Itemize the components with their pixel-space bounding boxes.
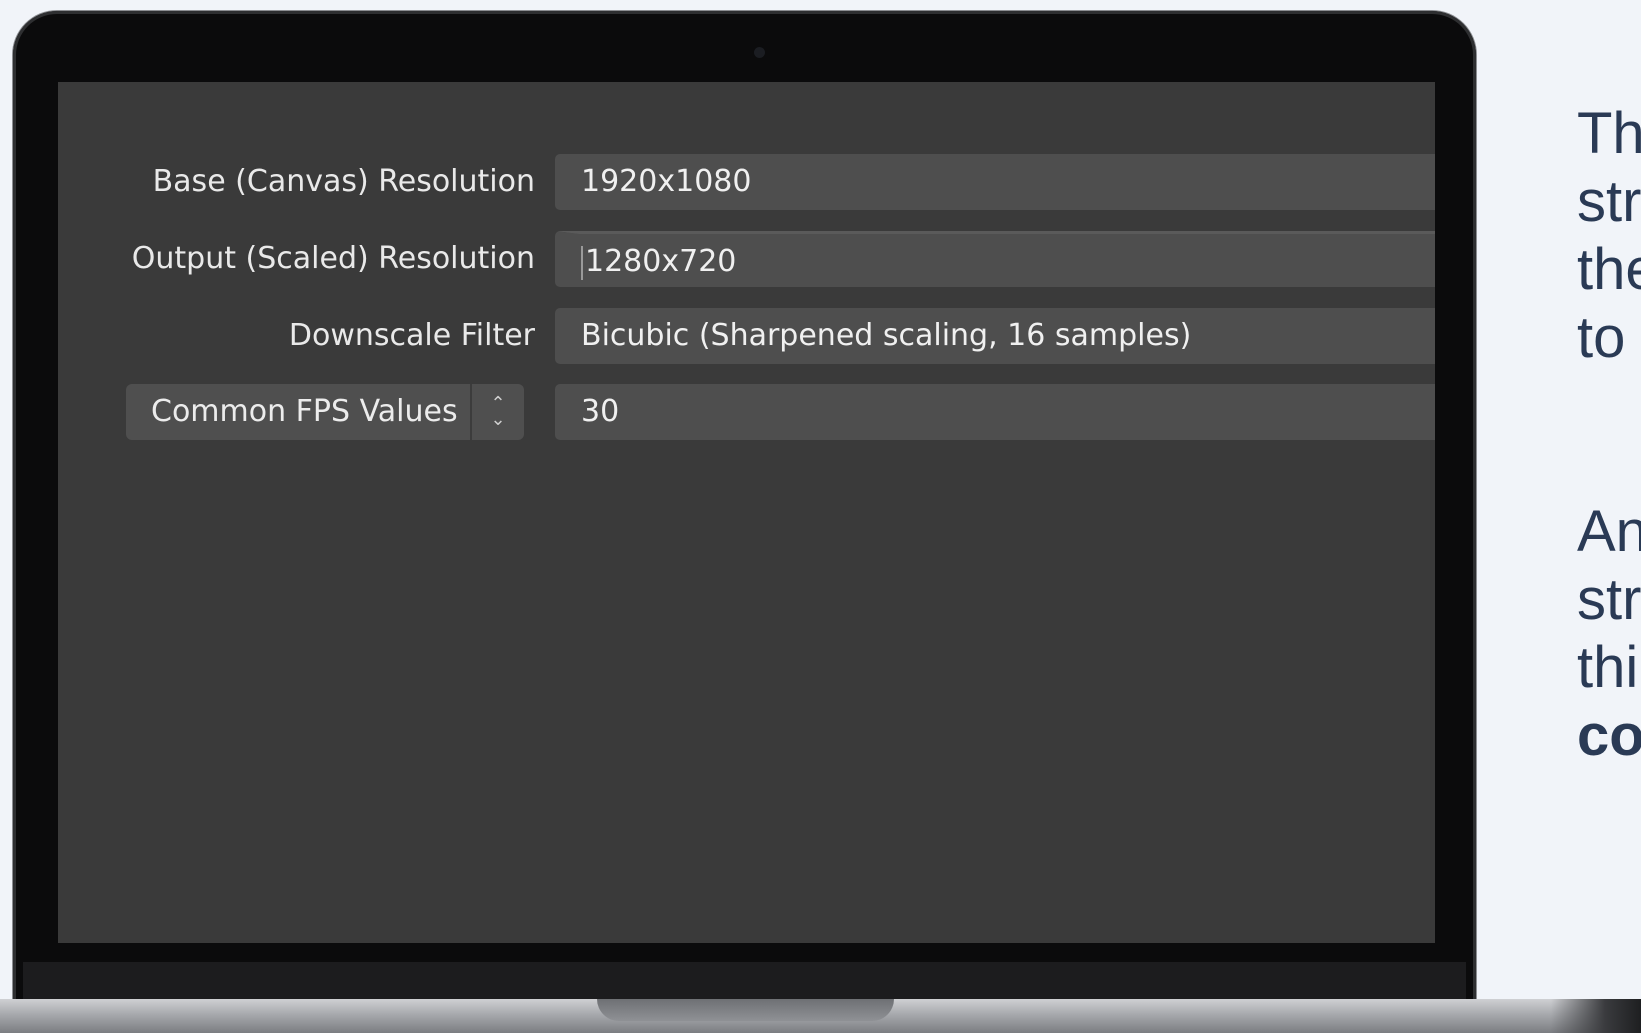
output-resolution-row: Output (Scaled) Resolution 1280x720: [58, 231, 1435, 287]
para1-line: the: [1577, 237, 1641, 302]
fps-mode-select[interactable]: Common FPS Values ⌃ ⌄: [126, 384, 524, 440]
para2-line: str: [1577, 567, 1641, 632]
fps-value-select[interactable]: 30: [555, 384, 1435, 440]
downscale-filter-label: Downscale Filter: [288, 318, 535, 353]
downscale-filter-row: Downscale Filter Bicubic (Sharpened scal…: [58, 308, 1435, 364]
output-resolution-label: Output (Scaled) Resolution: [131, 241, 535, 276]
para2-line: co: [1577, 703, 1641, 768]
video-settings-panel: Base (Canvas) Resolution 1920x1080 Outpu…: [58, 82, 1435, 943]
para1-line: to: [1577, 305, 1626, 370]
text-caret: [581, 245, 583, 280]
side-paragraph-text: Th str the to An str thi co: [1577, 100, 1641, 770]
downscale-filter-select[interactable]: Bicubic (Sharpened scaling, 16 samples): [555, 308, 1435, 364]
base-resolution-combobox[interactable]: 1920x1080: [555, 154, 1435, 210]
output-resolution-combobox[interactable]: 1280x720: [555, 231, 1435, 287]
output-resolution-value: 1280x720: [585, 244, 737, 279]
fps-row: Common FPS Values ⌃ ⌄ 30: [58, 384, 1435, 440]
laptop-opening-notch: [597, 999, 894, 1021]
fps-mode-label: Common FPS Values: [151, 394, 458, 429]
laptop-frame: Base (Canvas) Resolution 1920x1080 Outpu…: [13, 11, 1476, 1021]
chevron-updown-icon[interactable]: ⌃ ⌄: [472, 384, 524, 440]
para1-line: Th: [1577, 101, 1641, 166]
camera-icon: [754, 47, 765, 58]
para2-line: thi: [1577, 635, 1639, 700]
base-resolution-row: Base (Canvas) Resolution 1920x1080: [58, 154, 1435, 210]
base-resolution-label: Base (Canvas) Resolution: [152, 164, 535, 199]
para1-line: str: [1577, 169, 1641, 234]
para2-line: An: [1577, 499, 1641, 564]
